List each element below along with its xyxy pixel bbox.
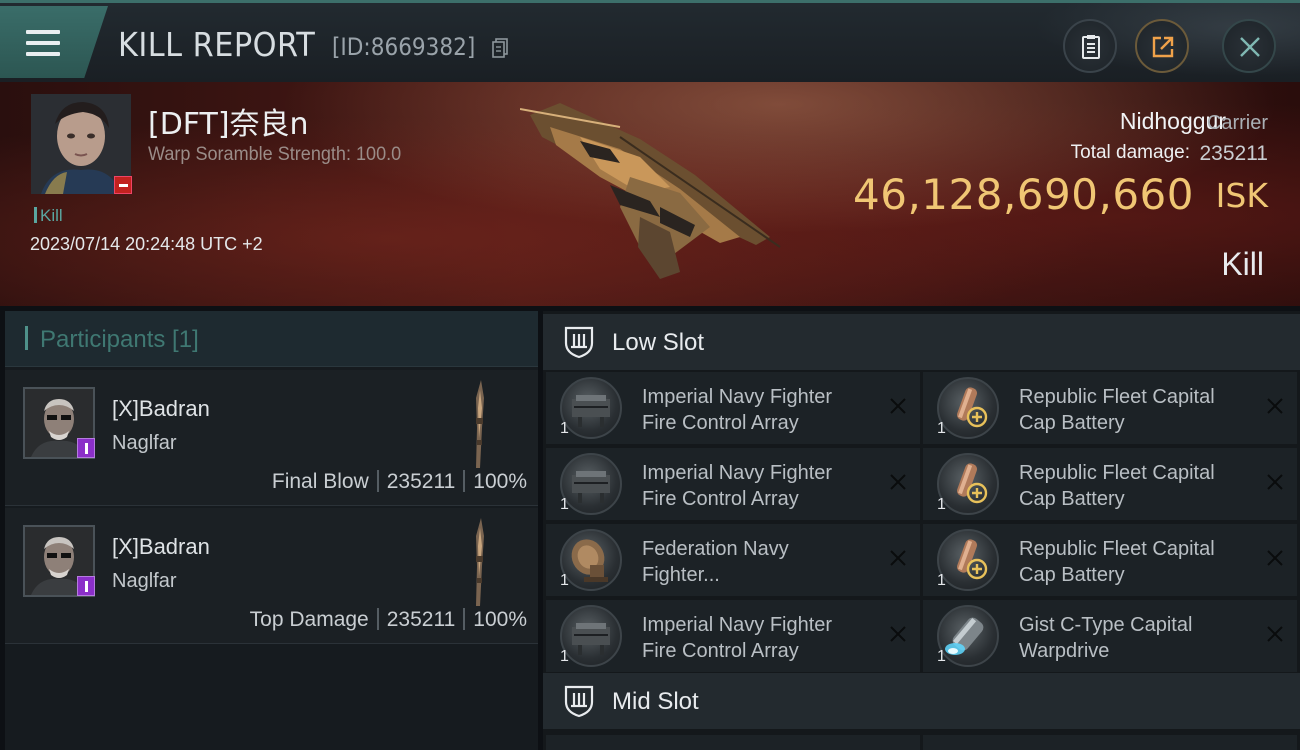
participant-percent: 100%	[473, 470, 527, 493]
low-slot-title: Low Slot	[612, 329, 705, 356]
victim-name[interactable]: [DFT]奈良n	[148, 99, 309, 143]
security-status-badge	[77, 438, 95, 458]
low-slot-header[interactable]: Low Slot	[543, 314, 1300, 370]
participant-row[interactable]: [X]Badran Naglfar Top Damage 235211 100%	[5, 508, 538, 644]
module-slot[interactable]: 1 Republic Fleet Capital Cap Battery	[923, 448, 1297, 520]
module-name: Imperial Navy Fighter Fire Control Array	[642, 614, 833, 662]
module-slot[interactable]: 1 Imperial Navy Fighter Fire Control Arr…	[546, 600, 920, 672]
report-id: [ID:8669382]	[332, 33, 476, 61]
low-slot-shield-icon	[564, 326, 594, 359]
share-icon	[1152, 36, 1174, 58]
copy-icon[interactable]	[492, 38, 508, 58]
module-slot[interactable]: 1 Republic Fleet Capital Cap Battery	[923, 372, 1297, 444]
participant-role: Top Damage	[249, 608, 369, 631]
module-name: Republic Fleet Capital Cap Battery	[1019, 386, 1215, 434]
participant-row[interactable]: [X]Badran Naglfar Final Blow 235211 100%	[5, 370, 538, 506]
module-quantity: 1	[560, 420, 569, 437]
close-icon[interactable]	[888, 472, 908, 492]
kill-tag: Kill	[34, 206, 63, 226]
participants-title: Participants [1]	[25, 326, 199, 354]
module-slot[interactable]: 1 Imperial Navy Fighter Fire Control Arr…	[546, 372, 920, 444]
participant-stats: Final Blow 235211 100%	[272, 470, 527, 494]
close-icon[interactable]	[1265, 548, 1285, 568]
warp-scramble-strength: Warp Soramble Strength: 100.0	[148, 144, 402, 165]
module-name: Imperial Navy Fighter Fire Control Array	[642, 462, 833, 510]
mid-slot-shield-icon	[564, 685, 594, 718]
mid-slot-title: Mid Slot	[612, 688, 699, 715]
stat-divider	[463, 470, 466, 492]
isk-value: 46,128,690,660	[853, 170, 1194, 219]
weapon-icon	[476, 518, 484, 606]
module-quantity: 1	[560, 572, 569, 589]
participants-panel: Participants [1] [X]Badran Naglfar Final	[5, 311, 538, 750]
stat-divider	[376, 470, 379, 492]
stat-divider	[463, 608, 466, 630]
fire-control-array-icon	[560, 453, 622, 515]
hamburger-menu-icon	[26, 30, 60, 58]
close-icon[interactable]	[888, 548, 908, 568]
module-quantity: 1	[937, 420, 946, 437]
participant-name[interactable]: [X]Badran	[112, 396, 210, 422]
close-icon[interactable]	[1265, 624, 1285, 644]
isk-unit: ISK	[1215, 176, 1268, 215]
clipboard-button[interactable]	[1063, 19, 1117, 73]
top-bar: KILL REPORT [ID:8669382]	[0, 0, 1300, 85]
weapon-icon	[476, 380, 484, 468]
participant-ship: Naglfar	[112, 432, 177, 454]
mid-slot-header[interactable]: Mid Slot	[543, 673, 1300, 729]
loss-badge	[114, 176, 132, 194]
participant-damage: 235211	[386, 608, 456, 631]
fire-control-array-icon	[560, 377, 622, 439]
module-name: Imperial Navy Fighter Fire Control Array	[642, 386, 833, 434]
close-icon[interactable]	[1265, 396, 1285, 416]
result-label: Kill	[1221, 246, 1264, 282]
module-quantity: 1	[937, 496, 946, 513]
module-slot[interactable]: 1 Federation Navy Fighter...	[546, 524, 920, 596]
close-icon[interactable]	[888, 396, 908, 416]
module-name: Republic Fleet Capital Cap Battery	[1019, 538, 1215, 586]
warpdrive-icon	[937, 605, 999, 667]
module-slot[interactable]: 1 Republic Fleet Capital Cap Battery	[923, 524, 1297, 596]
share-button[interactable]	[1135, 19, 1189, 73]
module-slot[interactable]: 1 Gist C-Type Capital Warpdrive	[923, 600, 1297, 672]
module-slot-partial[interactable]	[546, 735, 920, 750]
close-icon[interactable]	[1265, 472, 1285, 492]
total-damage-label: Total damage:	[1070, 142, 1190, 163]
close-button[interactable]	[1222, 19, 1276, 73]
module-name: Federation Navy Fighter...	[642, 538, 789, 586]
cap-battery-icon	[937, 453, 999, 515]
module-quantity: 1	[937, 648, 946, 665]
victim-banner: [DFT]奈良n Warp Soramble Strength: 100.0 K…	[0, 82, 1300, 306]
module-quantity: 1	[560, 648, 569, 665]
menu-button[interactable]	[0, 6, 108, 78]
module-slot-partial[interactable]	[923, 735, 1297, 750]
participant-stats: Top Damage 235211 100%	[250, 608, 527, 632]
page-title: KILL REPORT	[118, 25, 316, 64]
close-icon[interactable]	[888, 624, 908, 644]
clipboard-icon	[1082, 35, 1100, 59]
module-name: Republic Fleet Capital Cap Battery	[1019, 462, 1215, 510]
kill-datetime: 2023/07/14 20:24:48 UTC +2	[30, 234, 263, 254]
module-quantity: 1	[560, 496, 569, 513]
module-name: Gist C-Type Capital Warpdrive	[1019, 614, 1193, 662]
total-damage-value: 235211	[1199, 142, 1268, 165]
cap-battery-icon	[937, 529, 999, 591]
participant-ship: Naglfar	[112, 570, 177, 592]
module-slot[interactable]: 1 Imperial Navy Fighter Fire Control Arr…	[546, 448, 920, 520]
fire-control-array-icon	[560, 605, 622, 667]
close-icon	[1240, 37, 1260, 57]
participants-header[interactable]: Participants [1]	[5, 311, 538, 367]
module-quantity: 1	[937, 572, 946, 589]
ship-render	[520, 103, 781, 279]
dish-icon	[560, 529, 622, 591]
participant-name[interactable]: [X]Badran	[112, 534, 210, 560]
security-status-badge	[77, 576, 95, 596]
fitting-panel: Low Slot 1 Imperial Navy Fighter Fire Co…	[543, 311, 1300, 750]
participant-damage: 235211	[386, 470, 456, 493]
cap-battery-icon	[937, 377, 999, 439]
participant-role: Final Blow	[271, 470, 369, 493]
participant-percent: 100%	[473, 608, 527, 631]
stat-divider	[376, 608, 379, 630]
ship-class: Carrier	[1206, 112, 1268, 134]
